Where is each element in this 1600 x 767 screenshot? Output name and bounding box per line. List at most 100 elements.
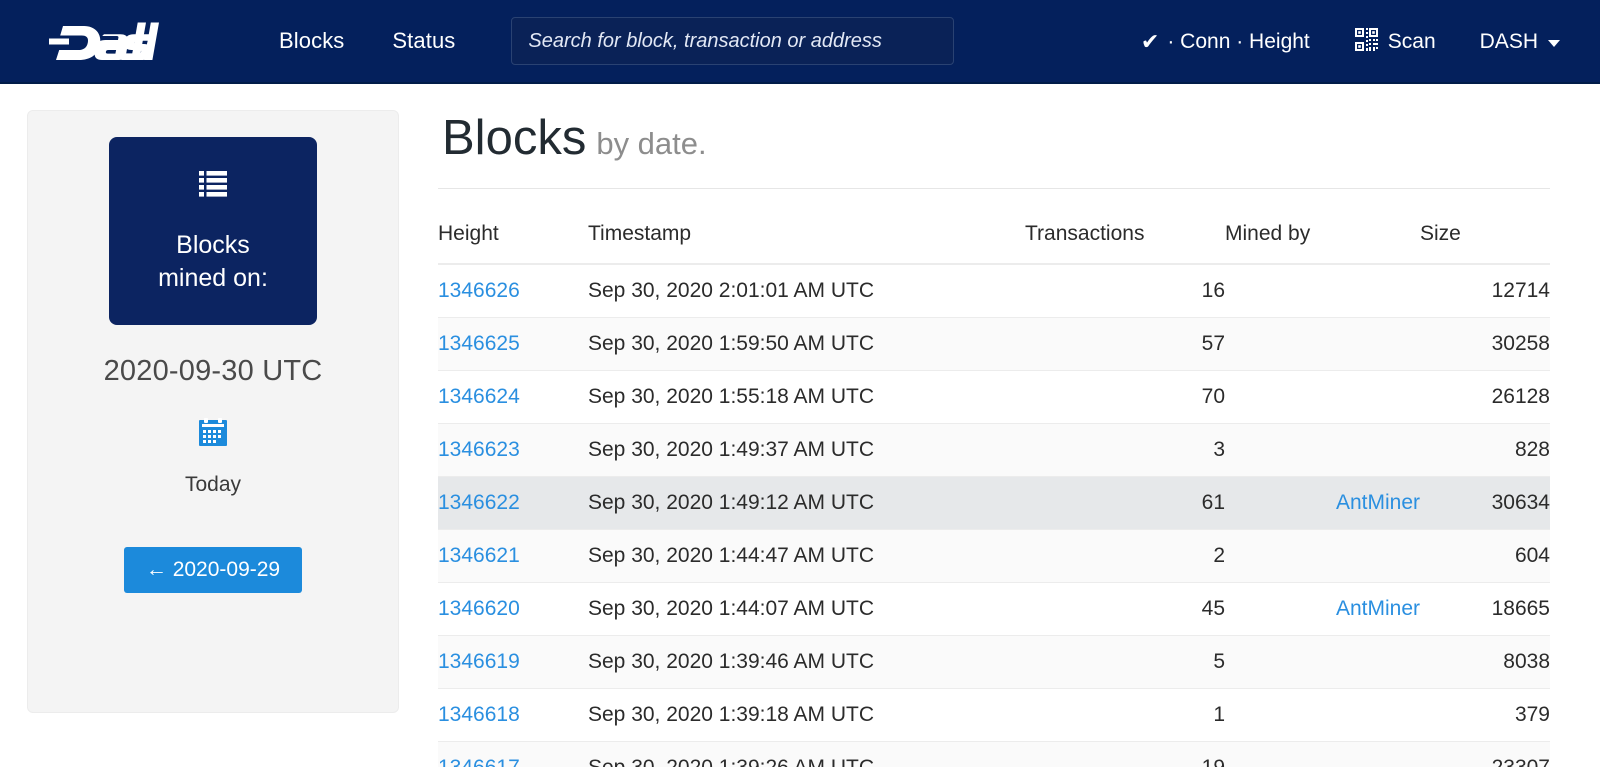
column-header-timestamp[interactable]: Timestamp [588,214,1025,265]
cell-timestamp: Sep 30, 2020 1:39:26 AM UTC [588,741,1025,767]
table-row[interactable]: 1346617 Sep 30, 2020 1:39:26 AM UTC19 2330… [438,741,1550,767]
cell-size: 18665 [1420,582,1550,636]
page-title: Blocks by date. [438,110,1550,189]
sidebar: Blocks mined on: 2020-09-30 UTC Today ← … [27,110,399,767]
connection-status-label: · Conn · Height [1167,30,1310,53]
page-title-main: Blocks [442,111,587,165]
cell-height: 1346617 [438,741,588,767]
cell-height: 1346619 [438,635,588,689]
table-row[interactable]: 1346620 Sep 30, 2020 1:44:07 AM UTC 45 AntM… [438,582,1550,636]
tile-label-line2: mined on: [158,263,268,292]
column-header-size[interactable]: Size [1420,214,1550,265]
block-height-link[interactable]: 1346619 [438,650,520,673]
cell-transactions: 45 [1025,582,1225,636]
cell-transactions: 61 [1025,476,1225,530]
block-height-link[interactable]: 1346617 [438,756,520,767]
cell-height: 1346624 [438,370,588,424]
cell-timestamp: Sep 30, 2020 1:49:37 AM UTC [588,423,1025,477]
cell-transactions: 1 [1025,688,1225,742]
column-header-mined-by[interactable]: Mined by [1225,214,1420,265]
column-header-height[interactable]: Height [438,214,588,265]
cell-transactions: 19 [1025,741,1225,767]
block-height-link[interactable]: 1346626 [438,279,520,302]
table-row[interactable]: 1346618 Sep 30, 2020 1:39:18 AM UTC 1 379 [438,688,1550,742]
blocks-table: Height Timestamp Transactions Mined by S… [438,214,1550,767]
chevron-down-icon [1548,40,1560,47]
cell-transactions: 70 [1025,370,1225,424]
page-body: Blocks mined on: 2020-09-30 UTC Today ← … [0,84,1600,767]
table-row[interactable]: 1346619 Sep 30, 2020 1:39:46 AM UTC 5 8038 [438,635,1550,689]
block-height-link[interactable]: 1346625 [438,332,520,355]
cell-mined-by: AntMiner [1225,476,1420,530]
search-input[interactable] [511,17,955,65]
tile-label-line1: Blocks [176,230,250,259]
cell-size: 8038 [1420,635,1550,689]
block-height-link[interactable]: 1346622 [438,491,520,514]
cell-timestamp: Sep 30, 2020 1:44:07 AM UTC [588,582,1025,636]
block-height-link[interactable]: 1346624 [438,385,520,408]
cell-mined-by [1225,264,1420,318]
table-row[interactable]: 1346621 Sep 30, 2020 1:44:47 AM UTC 2 604 [438,529,1550,583]
cell-size: 828 [1420,423,1550,477]
column-header-transactions[interactable]: Transactions [1025,214,1225,265]
main-content: Blocks by date. Height Timestamp Transact… [399,110,1600,767]
dash-logo-link[interactable] [46,0,159,83]
cell-size: 379 [1420,688,1550,742]
block-height-link[interactable]: 1346618 [438,703,520,726]
cell-size: 30258 [1420,317,1550,371]
cell-mined-by [1225,741,1420,767]
cell-timestamp: Sep 30, 2020 1:59:50 AM UTC [588,317,1025,371]
currency-dropdown[interactable]: DASH [1458,30,1574,54]
blocks-table-body: 1346626 Sep 30, 2020 2:01:01 AM UTC 16 1271… [438,264,1550,767]
page-title-subtitle: by date. [596,126,707,161]
cell-height: 1346620 [438,582,588,636]
nav-link-status[interactable]: Status [368,28,479,54]
connection-status[interactable]: ✔ · Conn · Height [1119,30,1332,54]
calendar-picker-button[interactable] [199,418,227,451]
cell-mined-by [1225,370,1420,424]
cell-transactions: 3 [1025,423,1225,477]
table-row[interactable]: 1346622 Sep 30, 2020 1:49:12 AM UTC 61 AntM… [438,476,1550,530]
dash-logo-icon [46,21,159,61]
selected-date: 2020-09-30 UTC [103,355,323,387]
nav-links: Blocks Status [255,28,479,54]
miner-link[interactable]: AntMiner [1336,491,1420,514]
previous-day-button[interactable]: ← 2020-09-29 [123,547,303,593]
table-row[interactable]: 1346624 Sep 30, 2020 1:55:18 AM UTC 70 2612… [438,370,1550,424]
table-row[interactable]: 1346623 Sep 30, 2020 1:49:37 AM UTC 3 828 [438,423,1550,477]
table-row[interactable]: 1346625 Sep 30, 2020 1:59:50 AM UTC 57 3025… [438,317,1550,371]
scan-button[interactable]: Scan [1332,27,1458,58]
cell-timestamp: Sep 30, 2020 1:39:18 AM UTC [588,688,1025,742]
cell-size: 23307 [1420,741,1550,767]
cell-height: 1346626 [438,264,588,318]
cell-mined-by [1225,688,1420,742]
scan-label: Scan [1387,30,1436,53]
block-height-link[interactable]: 1346620 [438,597,520,620]
date-picker-card: Blocks mined on: 2020-09-30 UTC Today ← … [27,110,399,713]
cell-transactions: 16 [1025,264,1225,318]
cell-transactions: 5 [1025,635,1225,689]
navbar-right-group: ✔ · Conn · Height Scan DASH [1119,0,1574,84]
cell-height: 1346623 [438,423,588,477]
today-label: Today [184,473,242,496]
table-header-row: Height Timestamp Transactions Mined by S… [438,214,1550,265]
qr-code-icon [1354,27,1379,58]
cell-timestamp: Sep 30, 2020 1:44:47 AM UTC [588,529,1025,583]
cell-mined-by [1225,423,1420,477]
cell-mined-by [1225,529,1420,583]
cell-mined-by [1225,317,1420,371]
cell-size: 12714 [1420,264,1550,318]
list-icon [198,168,228,203]
blocks-table-header: Height Timestamp Transactions Mined by S… [438,214,1550,265]
cell-size: 604 [1420,529,1550,583]
miner-link[interactable]: AntMiner [1336,597,1420,620]
search-container [511,17,955,65]
cell-height: 1346621 [438,529,588,583]
blocks-mined-on-tile: Blocks mined on: [109,137,317,325]
block-height-link[interactable]: 1346623 [438,438,520,461]
block-height-link[interactable]: 1346621 [438,544,520,567]
table-row[interactable]: 1346626 Sep 30, 2020 2:01:01 AM UTC 16 1271… [438,264,1550,318]
currency-label: DASH [1479,30,1538,53]
nav-link-blocks[interactable]: Blocks [255,28,368,54]
top-navbar: Blocks Status ✔ · Conn · Height [0,0,1600,84]
